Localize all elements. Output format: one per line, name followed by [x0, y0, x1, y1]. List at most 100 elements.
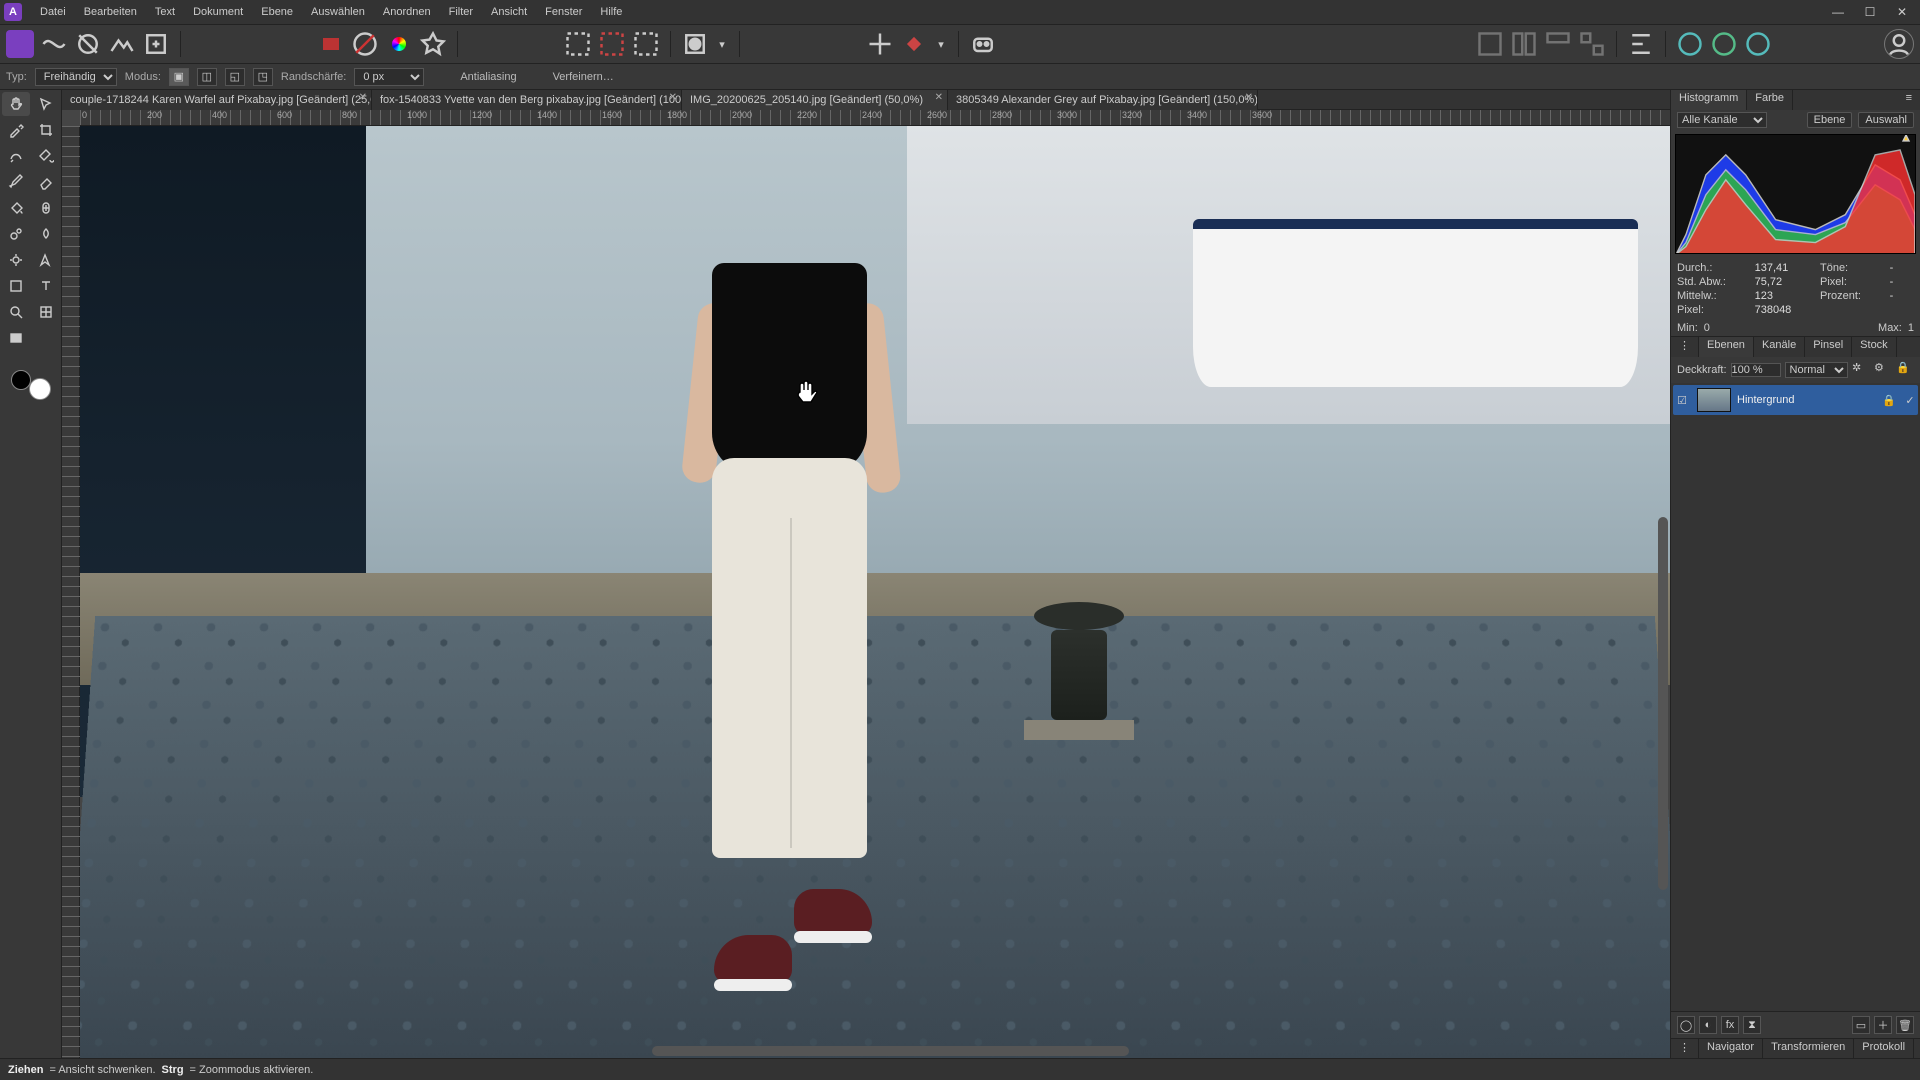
add-layer-icon[interactable]: ＋: [1874, 1016, 1892, 1034]
text-tool-icon[interactable]: [32, 274, 60, 298]
quickmask-icon[interactable]: [681, 30, 709, 58]
menu-filter[interactable]: Filter: [441, 3, 481, 21]
color-wheel-icon[interactable]: [385, 30, 413, 58]
dodge-tool-icon[interactable]: [2, 248, 30, 272]
move-tool-icon[interactable]: [32, 92, 60, 116]
tab-histogramm[interactable]: Histogramm: [1671, 90, 1747, 110]
tab-kanaele[interactable]: Kanäle: [1754, 337, 1805, 357]
paintbrush-tool-icon[interactable]: [2, 170, 30, 194]
mode-sub-icon[interactable]: ◱: [225, 68, 245, 86]
layer-check-icon[interactable]: ✓: [1902, 394, 1918, 407]
layer-locked-icon[interactable]: 🔒: [1882, 394, 1896, 407]
account-icon[interactable]: [1884, 29, 1914, 59]
tab-pinsel[interactable]: Pinsel: [1805, 337, 1852, 357]
menu-bearbeiten[interactable]: Bearbeiten: [76, 3, 145, 21]
color-picker-tool-icon[interactable]: [2, 118, 30, 142]
pen-tool-icon[interactable]: [32, 248, 60, 272]
group-layer-icon[interactable]: ▭: [1852, 1016, 1870, 1034]
tab-farbe[interactable]: Farbe: [1747, 90, 1793, 110]
zoom-tool-icon[interactable]: [2, 300, 30, 324]
smudge-tool-icon[interactable]: [32, 222, 60, 246]
window-maximize-button[interactable]: ☐: [1856, 2, 1884, 22]
close-icon[interactable]: ✕: [1245, 92, 1253, 103]
window-close-button[interactable]: ✕: [1888, 2, 1916, 22]
scope-ebene-button[interactable]: Ebene: [1807, 112, 1853, 128]
menu-dokument[interactable]: Dokument: [185, 3, 251, 21]
layer-fx-icon[interactable]: ✲: [1852, 361, 1870, 379]
refine-button[interactable]: Verfeinern…: [553, 71, 614, 83]
panel-menu-icon[interactable]: ≡: [1898, 90, 1920, 110]
menu-ansicht[interactable]: Ansicht: [483, 3, 535, 21]
persona-liquify-icon[interactable]: [40, 30, 68, 58]
layer-name[interactable]: Hintergrund: [1737, 394, 1876, 406]
menu-auswaehlen[interactable]: Auswählen: [303, 3, 373, 21]
tab-transformieren[interactable]: Transformieren: [1763, 1039, 1854, 1058]
opacity-input[interactable]: [1731, 363, 1781, 377]
quickmask-drop-icon[interactable]: ▾: [715, 30, 729, 58]
delete-layer-icon[interactable]: 🗑: [1896, 1016, 1914, 1034]
persona-export-icon[interactable]: [142, 30, 170, 58]
arrange-2-icon[interactable]: [1510, 30, 1538, 58]
erase-tool-icon[interactable]: [32, 170, 60, 194]
adjust-layer-icon[interactable]: ◐: [1699, 1016, 1717, 1034]
arrange-1-icon[interactable]: [1476, 30, 1504, 58]
rect-tool-icon[interactable]: [2, 326, 30, 350]
tab-protokoll[interactable]: Protokoll: [1854, 1039, 1914, 1058]
window-minimize-button[interactable]: —: [1824, 2, 1852, 22]
layer-lock-icon[interactable]: 🔒: [1896, 361, 1914, 379]
tab-stock[interactable]: Stock: [1852, 337, 1897, 357]
layer-thumbnail[interactable]: [1697, 388, 1731, 412]
layer-visibility-icon[interactable]: ☑: [1673, 394, 1691, 407]
link-doc2-icon[interactable]: [1710, 30, 1738, 58]
mesh-tool-icon[interactable]: [32, 300, 60, 324]
menu-anordnen[interactable]: Anordnen: [375, 3, 439, 21]
marquee-std-icon[interactable]: [564, 30, 592, 58]
panel-options-icon[interactable]: ⋮: [1671, 337, 1699, 357]
tab-navigator[interactable]: Navigator: [1699, 1039, 1763, 1058]
document-tab[interactable]: fox-1540833 Yvette van den Berg pixabay.…: [372, 90, 682, 110]
snap-drop-icon[interactable]: ▾: [934, 30, 948, 58]
snapping-options-icon[interactable]: [900, 30, 928, 58]
horizontal-scrollbar[interactable]: [652, 1046, 1129, 1056]
close-icon[interactable]: ✕: [359, 92, 367, 103]
fill-tool-icon[interactable]: [2, 196, 30, 220]
menu-text[interactable]: Text: [147, 3, 183, 21]
assistant-icon[interactable]: [969, 30, 997, 58]
tab-ebenen[interactable]: Ebenen: [1699, 337, 1754, 357]
blend-select[interactable]: Normal: [1785, 362, 1848, 378]
selection-brush-tool-icon[interactable]: [2, 144, 30, 168]
mode-add-icon[interactable]: ◫: [197, 68, 217, 86]
persona-tone-icon[interactable]: [108, 30, 136, 58]
ruler-vertical[interactable]: [62, 126, 80, 1058]
menu-datei[interactable]: Datei: [32, 3, 74, 21]
mode-new-icon[interactable]: ▣: [169, 68, 189, 86]
flood-select-tool-icon[interactable]: [32, 144, 60, 168]
live-filter-icon[interactable]: ⧗: [1743, 1016, 1761, 1034]
color-swatches[interactable]: [11, 370, 51, 400]
canvas[interactable]: [80, 126, 1670, 1058]
auto-color-icon[interactable]: [419, 30, 447, 58]
align-icon[interactable]: [1627, 30, 1655, 58]
background-color[interactable]: [29, 378, 51, 400]
foreground-color[interactable]: [11, 370, 31, 390]
close-icon[interactable]: ✕: [935, 92, 943, 103]
menu-ebene[interactable]: Ebene: [253, 3, 301, 21]
layer-row[interactable]: ☑ Hintergrund 🔒 ✓: [1673, 385, 1918, 415]
marquee-sub-icon[interactable]: [632, 30, 660, 58]
feather-input[interactable]: 0 px: [354, 68, 424, 86]
close-icon[interactable]: ✕: [669, 92, 677, 103]
vertical-scrollbar[interactable]: [1658, 517, 1668, 890]
layer-gear-icon[interactable]: ⚙: [1874, 361, 1892, 379]
mask-layer-icon[interactable]: ◯: [1677, 1016, 1695, 1034]
document-tab[interactable]: 3805349 Alexander Grey auf Pixabay.jpg […: [948, 90, 1258, 110]
scope-auswahl-button[interactable]: Auswahl: [1858, 112, 1914, 128]
arrange-3-icon[interactable]: [1544, 30, 1572, 58]
antialias-toggle[interactable]: Antialiasing: [460, 71, 516, 83]
crop-tool-icon[interactable]: [32, 118, 60, 142]
persona-photo-icon[interactable]: [6, 30, 34, 58]
clone-tool-icon[interactable]: [2, 222, 30, 246]
panel-options-icon[interactable]: ⋮: [1671, 1039, 1699, 1058]
channel-select[interactable]: Alle Kanäle: [1677, 112, 1767, 128]
fx-layer-icon[interactable]: fx: [1721, 1016, 1739, 1034]
persona-develop-icon[interactable]: [74, 30, 102, 58]
